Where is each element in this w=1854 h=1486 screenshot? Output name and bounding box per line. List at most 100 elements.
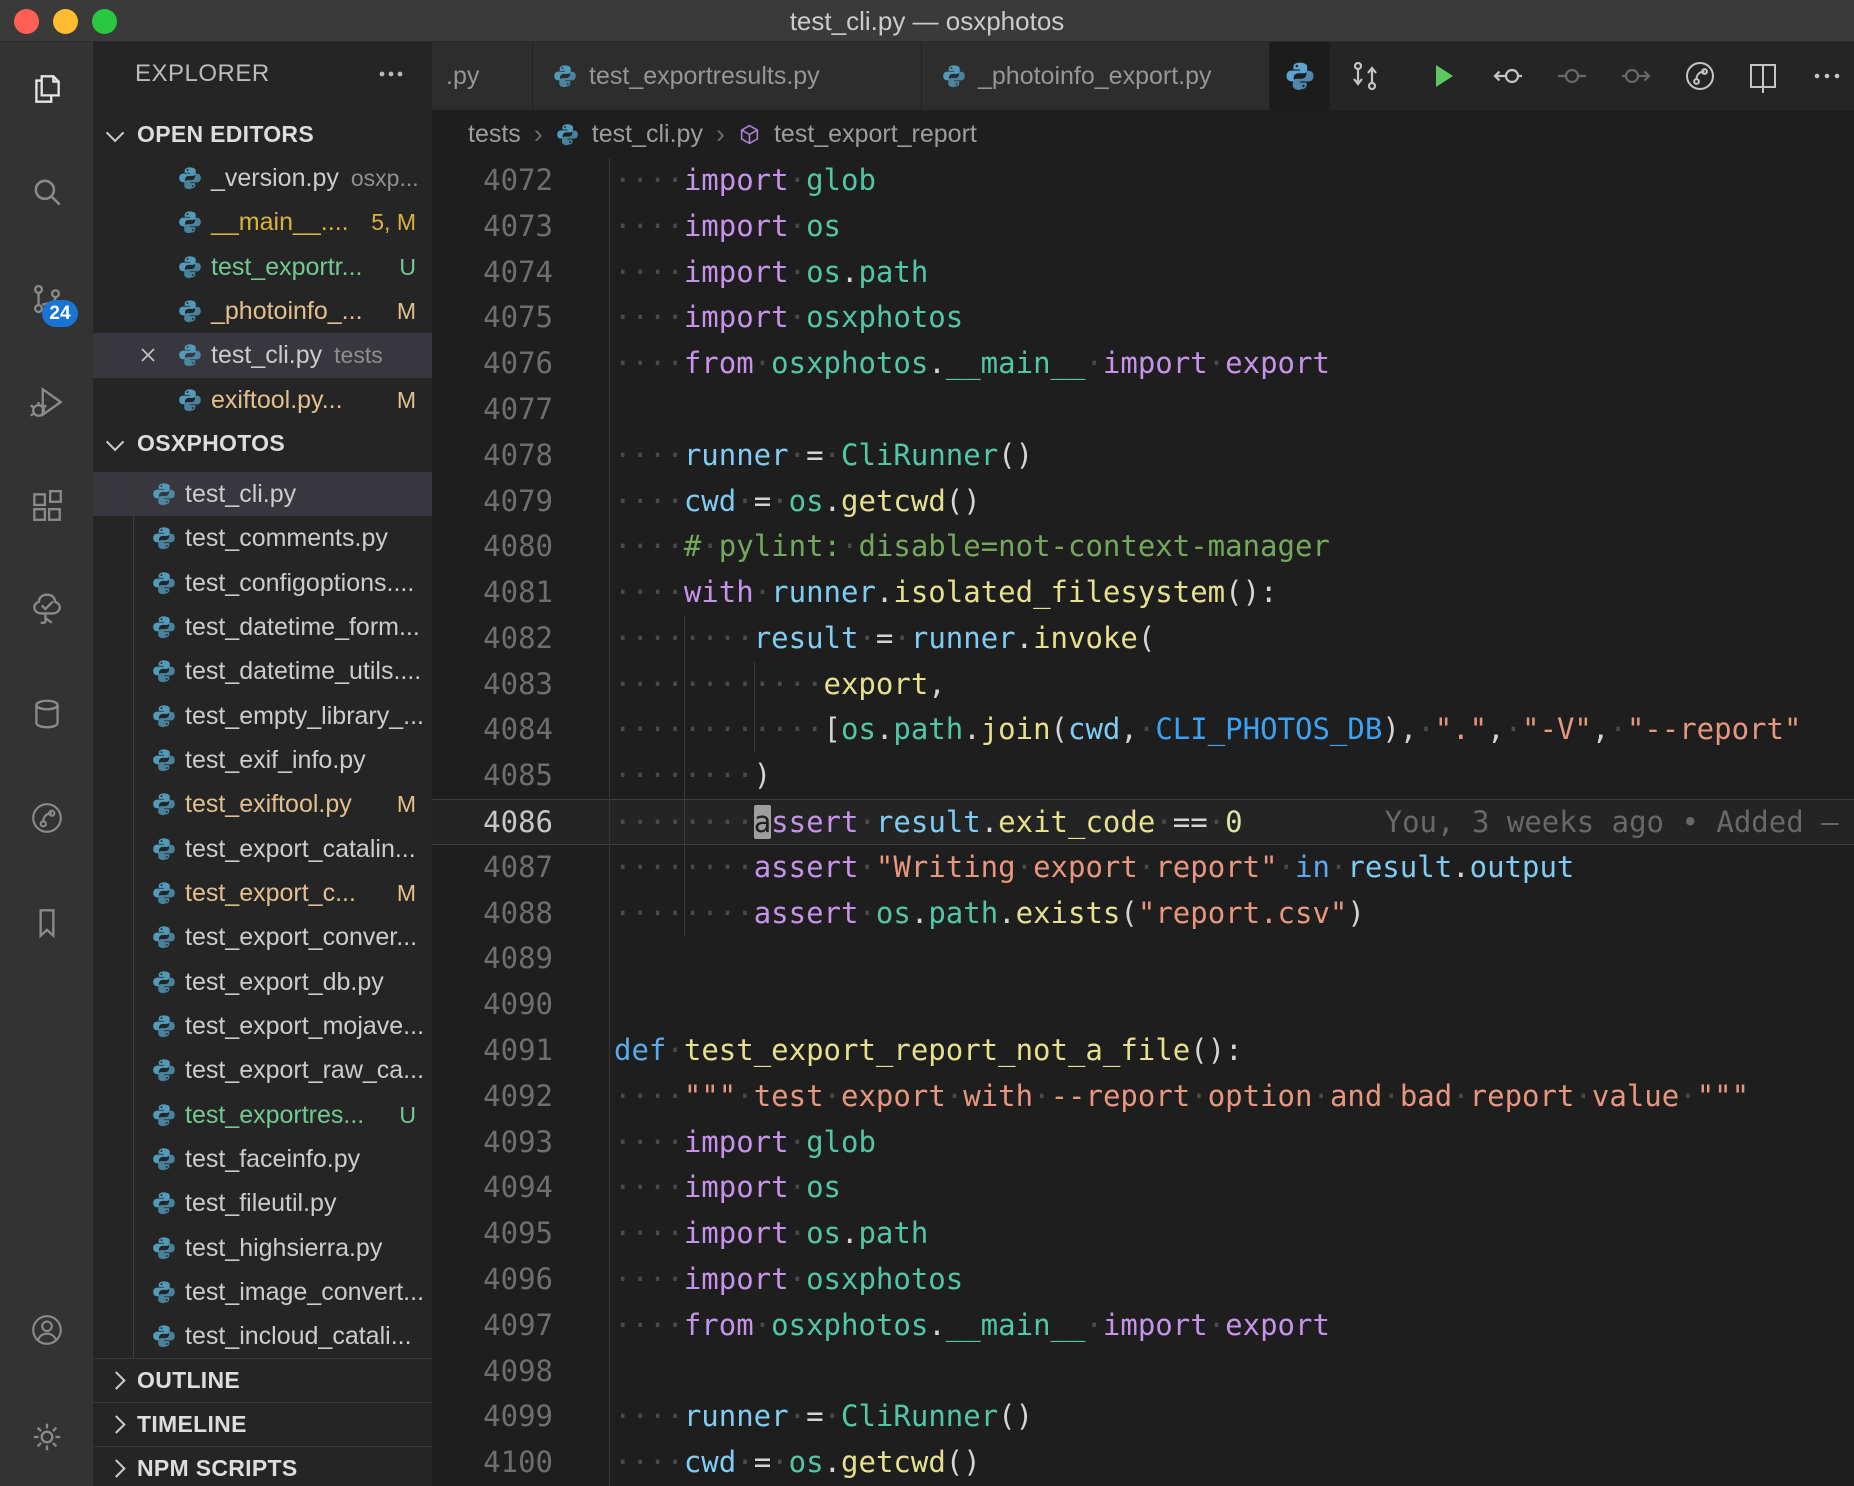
editor-tab[interactable]: .py (432, 42, 533, 110)
code-line[interactable]: 4085········) (432, 753, 1854, 799)
open-editor-item[interactable]: _photoinfo_...M (93, 289, 432, 333)
tree-item[interactable]: test_export_mojave... (93, 1004, 432, 1048)
navigate-dot-icon[interactable] (1555, 59, 1589, 93)
tree-item[interactable]: test_datetime_utils.... (93, 649, 432, 693)
tree-item[interactable]: test_export_db.py (93, 960, 432, 1004)
code-line[interactable]: 4077 (432, 387, 1854, 433)
code-line[interactable]: 4094····import·os (432, 1165, 1854, 1211)
code-line[interactable]: 4088········assert·os.path.exists("repor… (432, 891, 1854, 937)
tree-item[interactable]: test_export_c...M (93, 871, 432, 915)
code-line[interactable]: 4080····#·pylint:·disable=not-context-ma… (432, 524, 1854, 570)
code-line[interactable]: 4076····from·osxphotos.__main__·import·e… (432, 341, 1854, 387)
tree-item[interactable]: test_export_conver... (93, 915, 432, 959)
line-number: 4100 (432, 1440, 553, 1486)
tree-item[interactable]: test_export_raw_ca... (93, 1048, 432, 1092)
breadcrumb-separator: › (716, 119, 725, 150)
python-extension-button[interactable] (1270, 42, 1330, 110)
tree-item[interactable]: test_image_convert... (93, 1270, 432, 1314)
line-number: 4075 (432, 295, 553, 341)
code-line[interactable]: 4082········result·=·runner.invoke( (432, 616, 1854, 662)
tree-item[interactable]: test_fileutil.py (93, 1181, 432, 1225)
code-line[interactable]: 4096····import·osxphotos (432, 1257, 1854, 1303)
zoom-window-button[interactable] (92, 9, 117, 34)
tree-item[interactable]: test_datetime_form... (93, 605, 432, 649)
line-number: 4073 (432, 204, 553, 250)
tree-item[interactable]: test_export_catalin... (93, 827, 432, 871)
activity-run-debug-icon[interactable] (0, 367, 93, 437)
sidebar-section-npm-scripts[interactable]: NPM SCRIPTS (93, 1446, 432, 1486)
project-section-header[interactable]: OSXPHOTOS (93, 421, 432, 465)
sidebar-section-outline[interactable]: OUTLINE (93, 1358, 432, 1402)
run-icon[interactable] (1426, 59, 1460, 93)
activity-test-tree-icon[interactable] (0, 574, 93, 644)
code-line[interactable]: 4074····import·os.path (432, 250, 1854, 296)
code-line[interactable]: 4090 (432, 982, 1854, 1028)
code-line[interactable]: 4073····import·os (432, 204, 1854, 250)
breadcrumb-item[interactable]: test_export_report (774, 120, 977, 149)
open-editor-item[interactable]: test_exportr...U (93, 245, 432, 289)
more-actions-icon[interactable] (1810, 59, 1844, 93)
navigate-back-icon[interactable] (1491, 59, 1525, 93)
code-line[interactable]: 4091def·test_export_report_not_a_file(): (432, 1028, 1854, 1074)
activity-extensions-icon[interactable] (0, 471, 93, 541)
tree-item[interactable]: test_exiftool.pyM (93, 782, 432, 826)
tree-item[interactable]: test_incloud_catali... (93, 1314, 432, 1358)
code-line[interactable]: 4087········assert·"Writing·export·repor… (432, 845, 1854, 891)
tree-item[interactable]: test_exportres...U (93, 1093, 432, 1137)
breadcrumb-item[interactable]: test_cli.py (592, 120, 703, 149)
activity-settings-icon[interactable] (0, 1402, 93, 1472)
activity-files-icon[interactable] (0, 54, 93, 124)
code-line[interactable]: 4083············export, (432, 662, 1854, 708)
code-text: ····from·osxphotos.__main__·import·expor… (614, 1303, 1330, 1349)
navigate-forward-icon[interactable] (1619, 59, 1653, 93)
code-line[interactable]: 4092····"""·test·export·with·--report·op… (432, 1074, 1854, 1120)
activity-database-icon[interactable] (0, 679, 93, 749)
code-line[interactable]: 4075····import·osxphotos (432, 295, 1854, 341)
line-number: 4093 (432, 1120, 553, 1166)
code-line[interactable]: 4097····from·osxphotos.__main__·import·e… (432, 1303, 1854, 1349)
tree-item[interactable]: test_configoptions.... (93, 561, 432, 605)
tree-item[interactable]: test_highsierra.py (93, 1226, 432, 1270)
editor-tab[interactable]: test_exportresults.py (533, 42, 922, 110)
open-editor-item[interactable]: test_cli.pytests (93, 333, 432, 377)
file-name: test_cli.py (185, 472, 296, 516)
tree-item[interactable]: test_empty_library_... (93, 694, 432, 738)
activity-search-icon[interactable] (0, 158, 93, 228)
code-editor[interactable]: 4072····import·glob4073····import·os4074… (432, 158, 1854, 1486)
activity-gitlens-icon[interactable] (0, 783, 93, 853)
code-line[interactable]: 4084············[os.path.join(cwd,·CLI_P… (432, 707, 1854, 753)
code-line[interactable]: 4079····cwd·=·os.getcwd() (432, 479, 1854, 525)
sidebar-section-timeline[interactable]: TIMELINE (93, 1402, 432, 1446)
activity-account-icon[interactable] (0, 1295, 93, 1365)
code-line[interactable]: 4086········assert·result.exit_code·==·0… (432, 799, 1854, 845)
editor-tab[interactable]: _photoinfo_export.py (922, 42, 1270, 110)
code-line[interactable]: 4095····import·os.path (432, 1211, 1854, 1257)
minimize-window-button[interactable] (53, 9, 78, 34)
more-actions-icon[interactable] (376, 59, 406, 89)
activity-source-control-icon[interactable]: 24 (0, 264, 93, 334)
code-line[interactable]: 4078····runner·=·CliRunner() (432, 433, 1854, 479)
tree-item[interactable]: test_faceinfo.py (93, 1137, 432, 1181)
tree-item[interactable]: test_exif_info.py (93, 738, 432, 782)
code-line[interactable]: 4098 (432, 1349, 1854, 1395)
open-editors-section-header[interactable]: OPEN EDITORS (93, 112, 432, 156)
code-line[interactable]: 4093····import·glob (432, 1120, 1854, 1166)
code-line[interactable]: 4100····cwd·=·os.getcwd() (432, 1440, 1854, 1486)
split-editor-icon[interactable] (1746, 59, 1780, 93)
breadcrumb-item[interactable]: tests (468, 120, 521, 149)
file-name: test_exportres... (185, 1093, 364, 1137)
open-editor-item[interactable]: exiftool.py...M (93, 378, 432, 422)
tree-item[interactable]: test_cli.py (93, 472, 432, 516)
gitlens-icon[interactable] (1683, 59, 1717, 93)
compare-changes-icon[interactable] (1348, 59, 1382, 93)
close-window-button[interactable] (14, 9, 39, 34)
open-editor-item[interactable]: __main__....5, M (93, 200, 432, 244)
code-line[interactable]: 4072····import·glob (432, 158, 1854, 204)
code-line[interactable]: 4089 (432, 936, 1854, 982)
tree-item[interactable]: test_comments.py (93, 516, 432, 560)
close-icon[interactable] (135, 342, 161, 368)
activity-bookmarks-icon[interactable] (0, 888, 93, 958)
open-editor-item[interactable]: _version.pyosxp... (93, 156, 432, 200)
code-line[interactable]: 4081····with·runner.isolated_filesystem(… (432, 570, 1854, 616)
code-line[interactable]: 4099····runner·=·CliRunner() (432, 1394, 1854, 1440)
